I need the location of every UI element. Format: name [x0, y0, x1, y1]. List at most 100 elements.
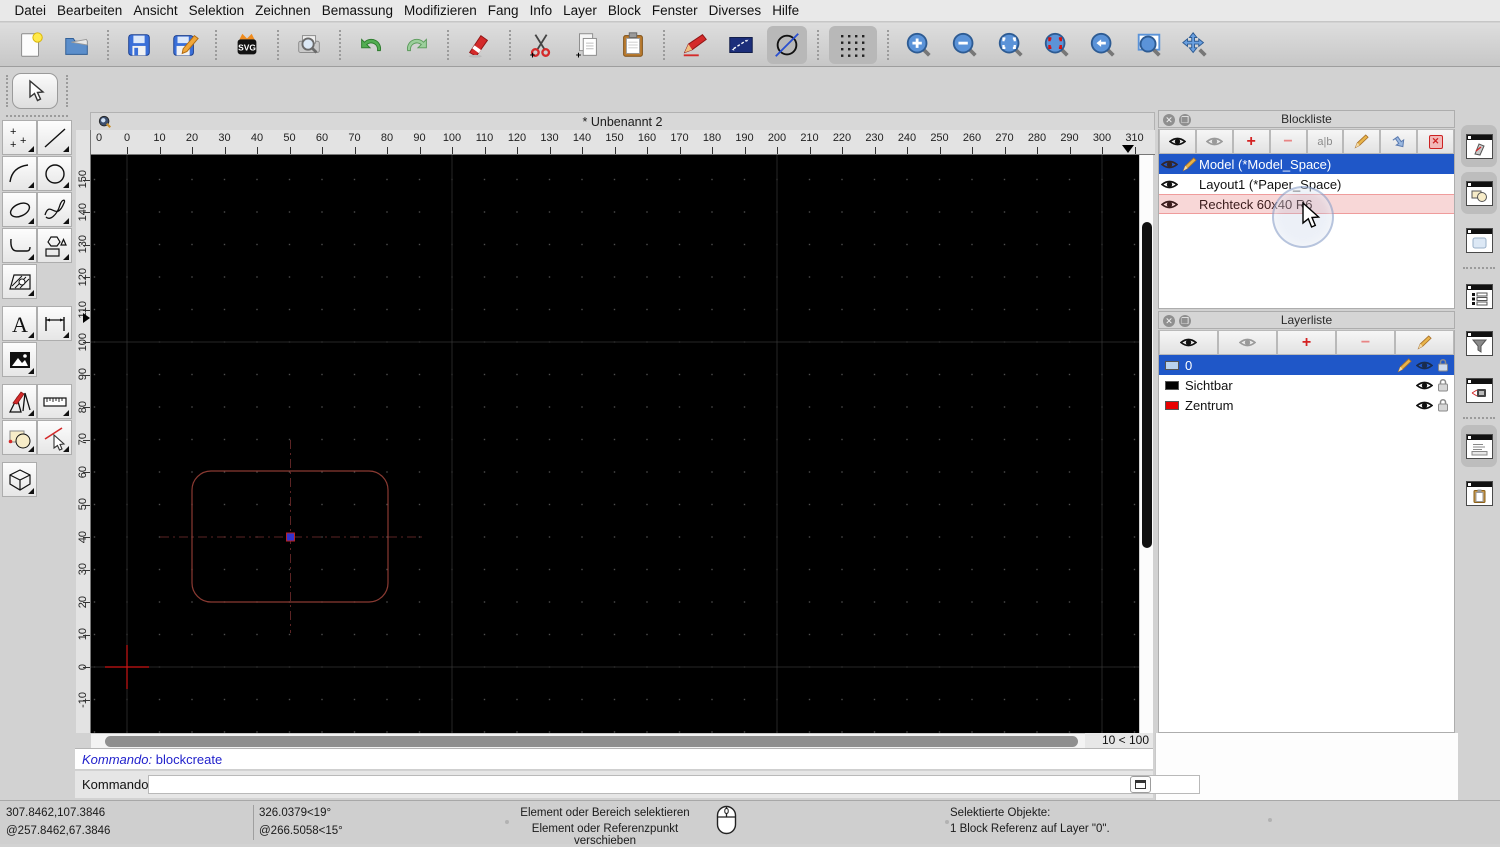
- copy-button[interactable]: +: [567, 26, 607, 64]
- spline-tool-button[interactable]: [37, 192, 72, 227]
- info-dock-toggle-button[interactable]: [1461, 369, 1497, 411]
- block-visibility-eye-icon[interactable]: [1159, 198, 1179, 211]
- vertical-scrollbar[interactable]: [1139, 155, 1153, 733]
- menu-item-fang[interactable]: Fang: [482, 3, 524, 18]
- menu-item-datei[interactable]: Datei: [9, 3, 52, 18]
- menu-item-hilfe[interactable]: Hilfe: [767, 3, 805, 18]
- hide-all-blocks-button[interactable]: [1195, 129, 1233, 154]
- show-all-layers-button[interactable]: [1159, 330, 1218, 355]
- modify-shapes-tool-button[interactable]: [2, 420, 37, 455]
- hatch-tool-button[interactable]: [2, 264, 37, 299]
- delete-block-button[interactable]: ✕: [1417, 129, 1454, 154]
- polyline-tool-button[interactable]: [2, 228, 37, 263]
- zoom-auto-button[interactable]: [991, 26, 1031, 64]
- dimension-tool-button[interactable]: [37, 306, 72, 341]
- menu-item-bemassung[interactable]: Bemassung: [316, 3, 398, 18]
- zoom-out-button[interactable]: [945, 26, 985, 64]
- drawing-canvas[interactable]: [91, 155, 1139, 733]
- layer-visibility-eye-icon[interactable]: [1416, 359, 1433, 372]
- horizontal-scrollbar[interactable]: [91, 733, 1085, 748]
- circle-tool-button[interactable]: [37, 156, 72, 191]
- zoom-in-button[interactable]: [899, 26, 939, 64]
- blockliste-titlebar[interactable]: ✕ ❐ Blockliste: [1158, 110, 1455, 128]
- command-dock-toggle-button[interactable]: [1461, 425, 1497, 467]
- menu-item-block[interactable]: Block: [602, 3, 646, 18]
- new-file-button[interactable]: [11, 26, 51, 64]
- edit-layer-button[interactable]: [1395, 330, 1454, 355]
- block-visibility-eye-icon[interactable]: [1159, 178, 1179, 191]
- menu-item-modifizieren[interactable]: Modifizieren: [399, 3, 483, 18]
- text-tool-button[interactable]: A: [2, 306, 37, 341]
- add-block-button[interactable]: +: [1232, 129, 1270, 154]
- points-tool-button[interactable]: + + +: [2, 120, 37, 155]
- horizontal-scrollbar-thumb[interactable]: [105, 736, 1078, 747]
- cut-button[interactable]: +: [521, 26, 561, 64]
- zoom-pan-button[interactable]: [1175, 26, 1215, 64]
- paste-button[interactable]: [613, 26, 653, 64]
- remove-block-button[interactable]: −: [1269, 129, 1307, 154]
- solid-3d-tool-button[interactable]: [2, 462, 37, 497]
- menu-item-bearbeiten[interactable]: Bearbeiten: [52, 3, 128, 18]
- block-row-0[interactable]: Model (*Model_Space): [1159, 154, 1454, 174]
- layerliste-titlebar[interactable]: ✕ ❐ Layerliste: [1158, 311, 1455, 329]
- block-dock-toggle-button[interactable]: [1461, 172, 1497, 214]
- command-detach-button[interactable]: [1130, 776, 1151, 793]
- draw-pencil-button[interactable]: [675, 26, 715, 64]
- save-button[interactable]: [119, 26, 159, 64]
- layer-lock-icon[interactable]: [1437, 398, 1449, 412]
- redo-button[interactable]: [397, 26, 437, 64]
- eraser-button[interactable]: [459, 26, 499, 64]
- dimension-box-button[interactable]: [721, 26, 761, 64]
- ellipse-tool-button[interactable]: [2, 192, 37, 227]
- library-dock-toggle-button[interactable]: [1461, 219, 1497, 261]
- zoom-window-button[interactable]: [1129, 26, 1169, 64]
- layer-lock-icon[interactable]: [1437, 358, 1449, 372]
- menu-item-ansicht[interactable]: Ansicht: [128, 3, 183, 18]
- measure-tool-button[interactable]: [37, 384, 72, 419]
- layer-visibility-eye-icon[interactable]: [1416, 399, 1433, 412]
- selection-tool-button[interactable]: [12, 73, 58, 109]
- undo-button[interactable]: [351, 26, 391, 64]
- layer-row-Zentrum[interactable]: Zentrum: [1159, 395, 1454, 415]
- print-preview-button[interactable]: [289, 26, 329, 64]
- rename-block-button[interactable]: a|b: [1306, 129, 1344, 154]
- filter-dock-toggle-button[interactable]: [1461, 322, 1497, 364]
- export-svg-button[interactable]: SVG: [227, 26, 267, 64]
- menu-item-diverses[interactable]: Diverses: [703, 3, 767, 18]
- clipboard-dock-toggle-button[interactable]: [1461, 472, 1497, 514]
- image-tool-button[interactable]: [2, 342, 37, 377]
- list-dock-toggle-button[interactable]: [1461, 275, 1497, 317]
- block-edit-pencil-icon[interactable]: [1179, 156, 1199, 172]
- remove-layer-button[interactable]: −: [1336, 330, 1395, 355]
- show-all-blocks-button[interactable]: [1159, 129, 1196, 154]
- arc-tool-button[interactable]: [2, 156, 37, 191]
- document-titlebar[interactable]: * Unbenannt 2: [90, 112, 1155, 130]
- menu-item-info[interactable]: Info: [524, 3, 558, 18]
- insert-block-button[interactable]: [1380, 129, 1418, 154]
- line-tool-button[interactable]: [37, 120, 72, 155]
- command-input[interactable]: [148, 775, 1200, 794]
- cad-tools-tool-button[interactable]: [2, 384, 37, 419]
- menu-item-fenster[interactable]: Fenster: [646, 3, 703, 18]
- grid-toggle-button[interactable]: [829, 25, 877, 64]
- save-as-button[interactable]: [165, 26, 205, 64]
- layer-lock-icon[interactable]: [1437, 378, 1449, 392]
- block-visibility-eye-icon[interactable]: [1159, 158, 1179, 171]
- circle-line-button[interactable]: [767, 25, 807, 64]
- layer-visibility-eye-icon[interactable]: [1416, 379, 1433, 392]
- pen-dock-toggle-button[interactable]: [1461, 125, 1497, 167]
- vertical-scrollbar-thumb[interactable]: [1142, 222, 1152, 548]
- add-layer-button[interactable]: +: [1277, 330, 1336, 355]
- menu-item-selektion[interactable]: Selektion: [183, 3, 250, 18]
- zoom-previous-button[interactable]: [1083, 26, 1123, 64]
- menu-item-zeichnen[interactable]: Zeichnen: [250, 3, 317, 18]
- hide-all-layers-button[interactable]: [1218, 330, 1277, 355]
- menu-item-layer[interactable]: Layer: [558, 3, 603, 18]
- open-file-button[interactable]: [57, 26, 97, 64]
- polygon-tool-button[interactable]: [37, 228, 72, 263]
- layer-edit-pencil-icon[interactable]: [1397, 357, 1412, 373]
- layer-row-Sichtbar[interactable]: Sichtbar: [1159, 375, 1454, 395]
- layer-row-0[interactable]: 0: [1159, 355, 1454, 375]
- edit-block-button[interactable]: [1343, 129, 1381, 154]
- zoom-selected-button[interactable]: [1037, 26, 1077, 64]
